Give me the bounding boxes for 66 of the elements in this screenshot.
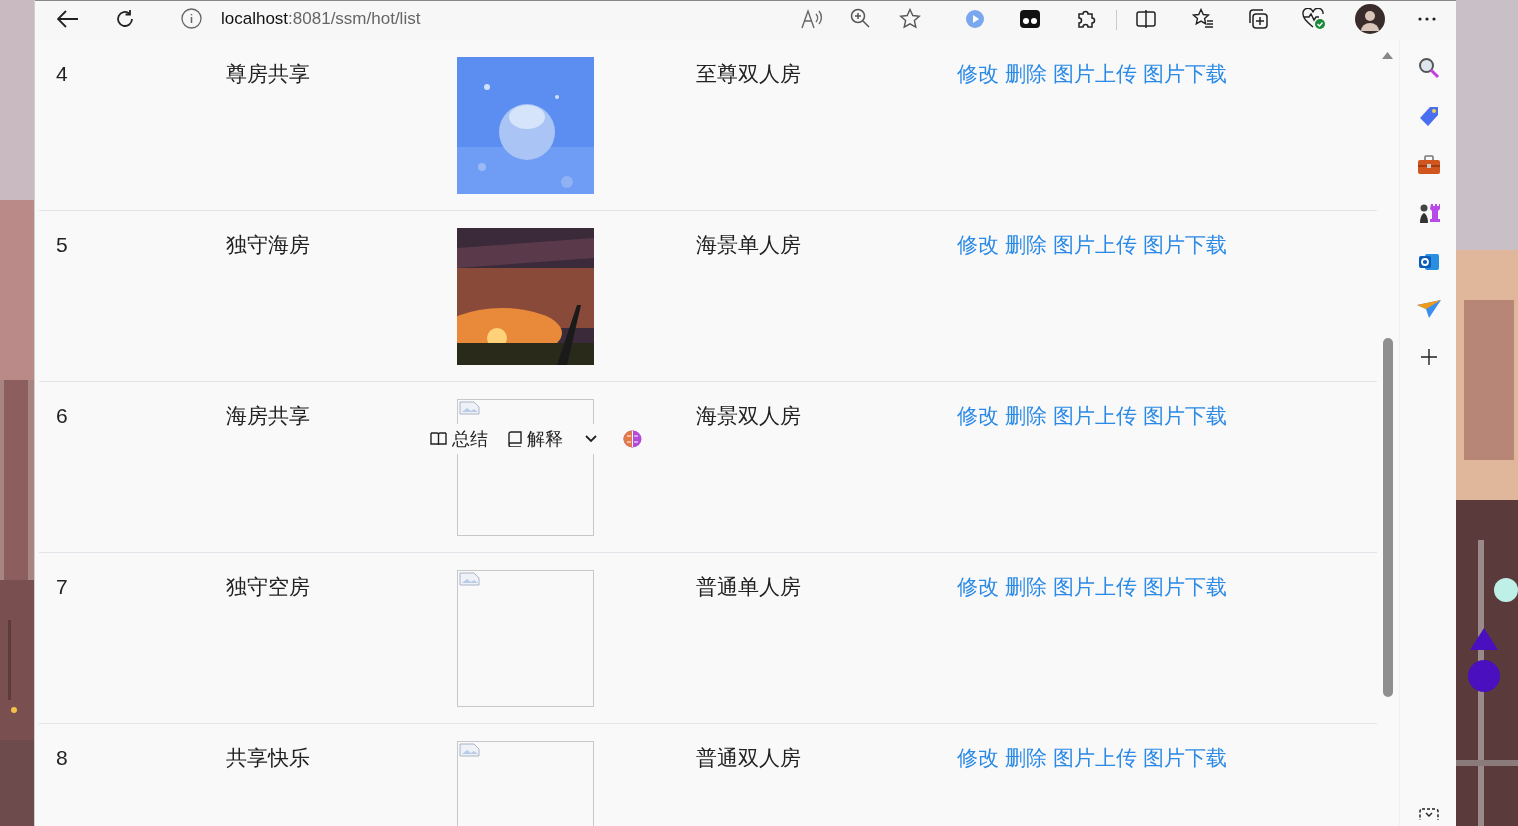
- action-link[interactable]: 图片下载: [1143, 572, 1227, 602]
- room-name: 独守海房: [226, 233, 310, 256]
- room-name: 共享快乐: [226, 746, 310, 769]
- broken-image-icon: [459, 743, 481, 757]
- broken-image-icon: [459, 572, 481, 586]
- room-type: 至尊双人房: [696, 62, 801, 85]
- scrollbar-thumb[interactable]: [1383, 338, 1393, 697]
- action-link[interactable]: 图片上传: [1053, 59, 1137, 89]
- refresh-icon[interactable]: [114, 8, 136, 30]
- address-field[interactable]: localhost:8081/ssm/hot/list: [221, 8, 421, 30]
- action-link[interactable]: 删除: [1005, 230, 1047, 260]
- collections-icon[interactable]: [1247, 8, 1269, 30]
- room-name: 尊房共享: [226, 62, 310, 85]
- action-link[interactable]: 图片下载: [1143, 401, 1227, 431]
- zoom-in-icon[interactable]: [850, 8, 870, 28]
- open-book-icon: [430, 432, 447, 446]
- action-link[interactable]: 修改: [957, 59, 999, 89]
- action-link[interactable]: 图片下载: [1143, 743, 1227, 773]
- chevron-down-icon[interactable]: [585, 435, 597, 443]
- row-id: 7: [56, 575, 68, 598]
- health-icon[interactable]: [1302, 8, 1326, 30]
- back-icon[interactable]: [57, 10, 79, 28]
- info-icon[interactable]: [181, 8, 202, 29]
- action-link[interactable]: 删除: [1005, 59, 1047, 89]
- action-link[interactable]: 图片上传: [1053, 401, 1137, 431]
- room-name: 海房共享: [226, 404, 310, 427]
- room-type: 普通单人房: [696, 575, 801, 598]
- action-link[interactable]: 图片下载: [1143, 230, 1227, 260]
- row-id: 6: [56, 404, 68, 427]
- toolbox-icon[interactable]: [1417, 155, 1440, 175]
- action-link[interactable]: 图片上传: [1053, 230, 1137, 260]
- action-link[interactable]: 删除: [1005, 743, 1047, 773]
- more-icon[interactable]: [1418, 17, 1436, 21]
- sidebar-toggle-icon[interactable]: [1418, 808, 1439, 820]
- book-icon: [508, 431, 522, 447]
- avatar-icon[interactable]: [1355, 4, 1385, 34]
- tag-icon[interactable]: [1417, 106, 1440, 128]
- action-link[interactable]: 修改: [957, 401, 999, 431]
- toolbar-button[interactable]: 解释: [508, 425, 563, 453]
- action-link[interactable]: 删除: [1005, 572, 1047, 602]
- room-type: 普通双人房: [696, 746, 801, 769]
- action-link[interactable]: 删除: [1005, 401, 1047, 431]
- mail-icon[interactable]: [1417, 251, 1440, 273]
- scroll-up-icon[interactable]: [1382, 52, 1393, 59]
- action-link[interactable]: 图片上传: [1053, 572, 1137, 602]
- action-link[interactable]: 修改: [957, 572, 999, 602]
- toolbar-button[interactable]: 总结: [430, 425, 488, 453]
- action-link[interactable]: 图片下载: [1143, 59, 1227, 89]
- favorites-icon[interactable]: [1192, 8, 1214, 29]
- paper-plane-icon[interactable]: [1416, 300, 1441, 318]
- read-aloud-icon[interactable]: [800, 8, 824, 30]
- row-id: 5: [56, 233, 68, 256]
- star-icon[interactable]: [899, 8, 921, 29]
- action-link[interactable]: 图片上传: [1053, 743, 1137, 773]
- action-link[interactable]: 修改: [957, 743, 999, 773]
- puzzle-icon[interactable]: [1076, 8, 1097, 29]
- add-icon[interactable]: [1420, 349, 1437, 365]
- split-screen-icon[interactable]: [1136, 9, 1156, 29]
- room-type: 海景双人房: [696, 404, 801, 427]
- action-link[interactable]: 修改: [957, 230, 999, 260]
- broken-image-icon: [459, 401, 481, 415]
- row-id: 4: [56, 62, 68, 85]
- row-id: 8: [56, 746, 68, 769]
- room-name: 独守空房: [226, 575, 310, 598]
- room-type: 海景单人房: [696, 233, 801, 256]
- search-icon[interactable]: [1417, 57, 1440, 79]
